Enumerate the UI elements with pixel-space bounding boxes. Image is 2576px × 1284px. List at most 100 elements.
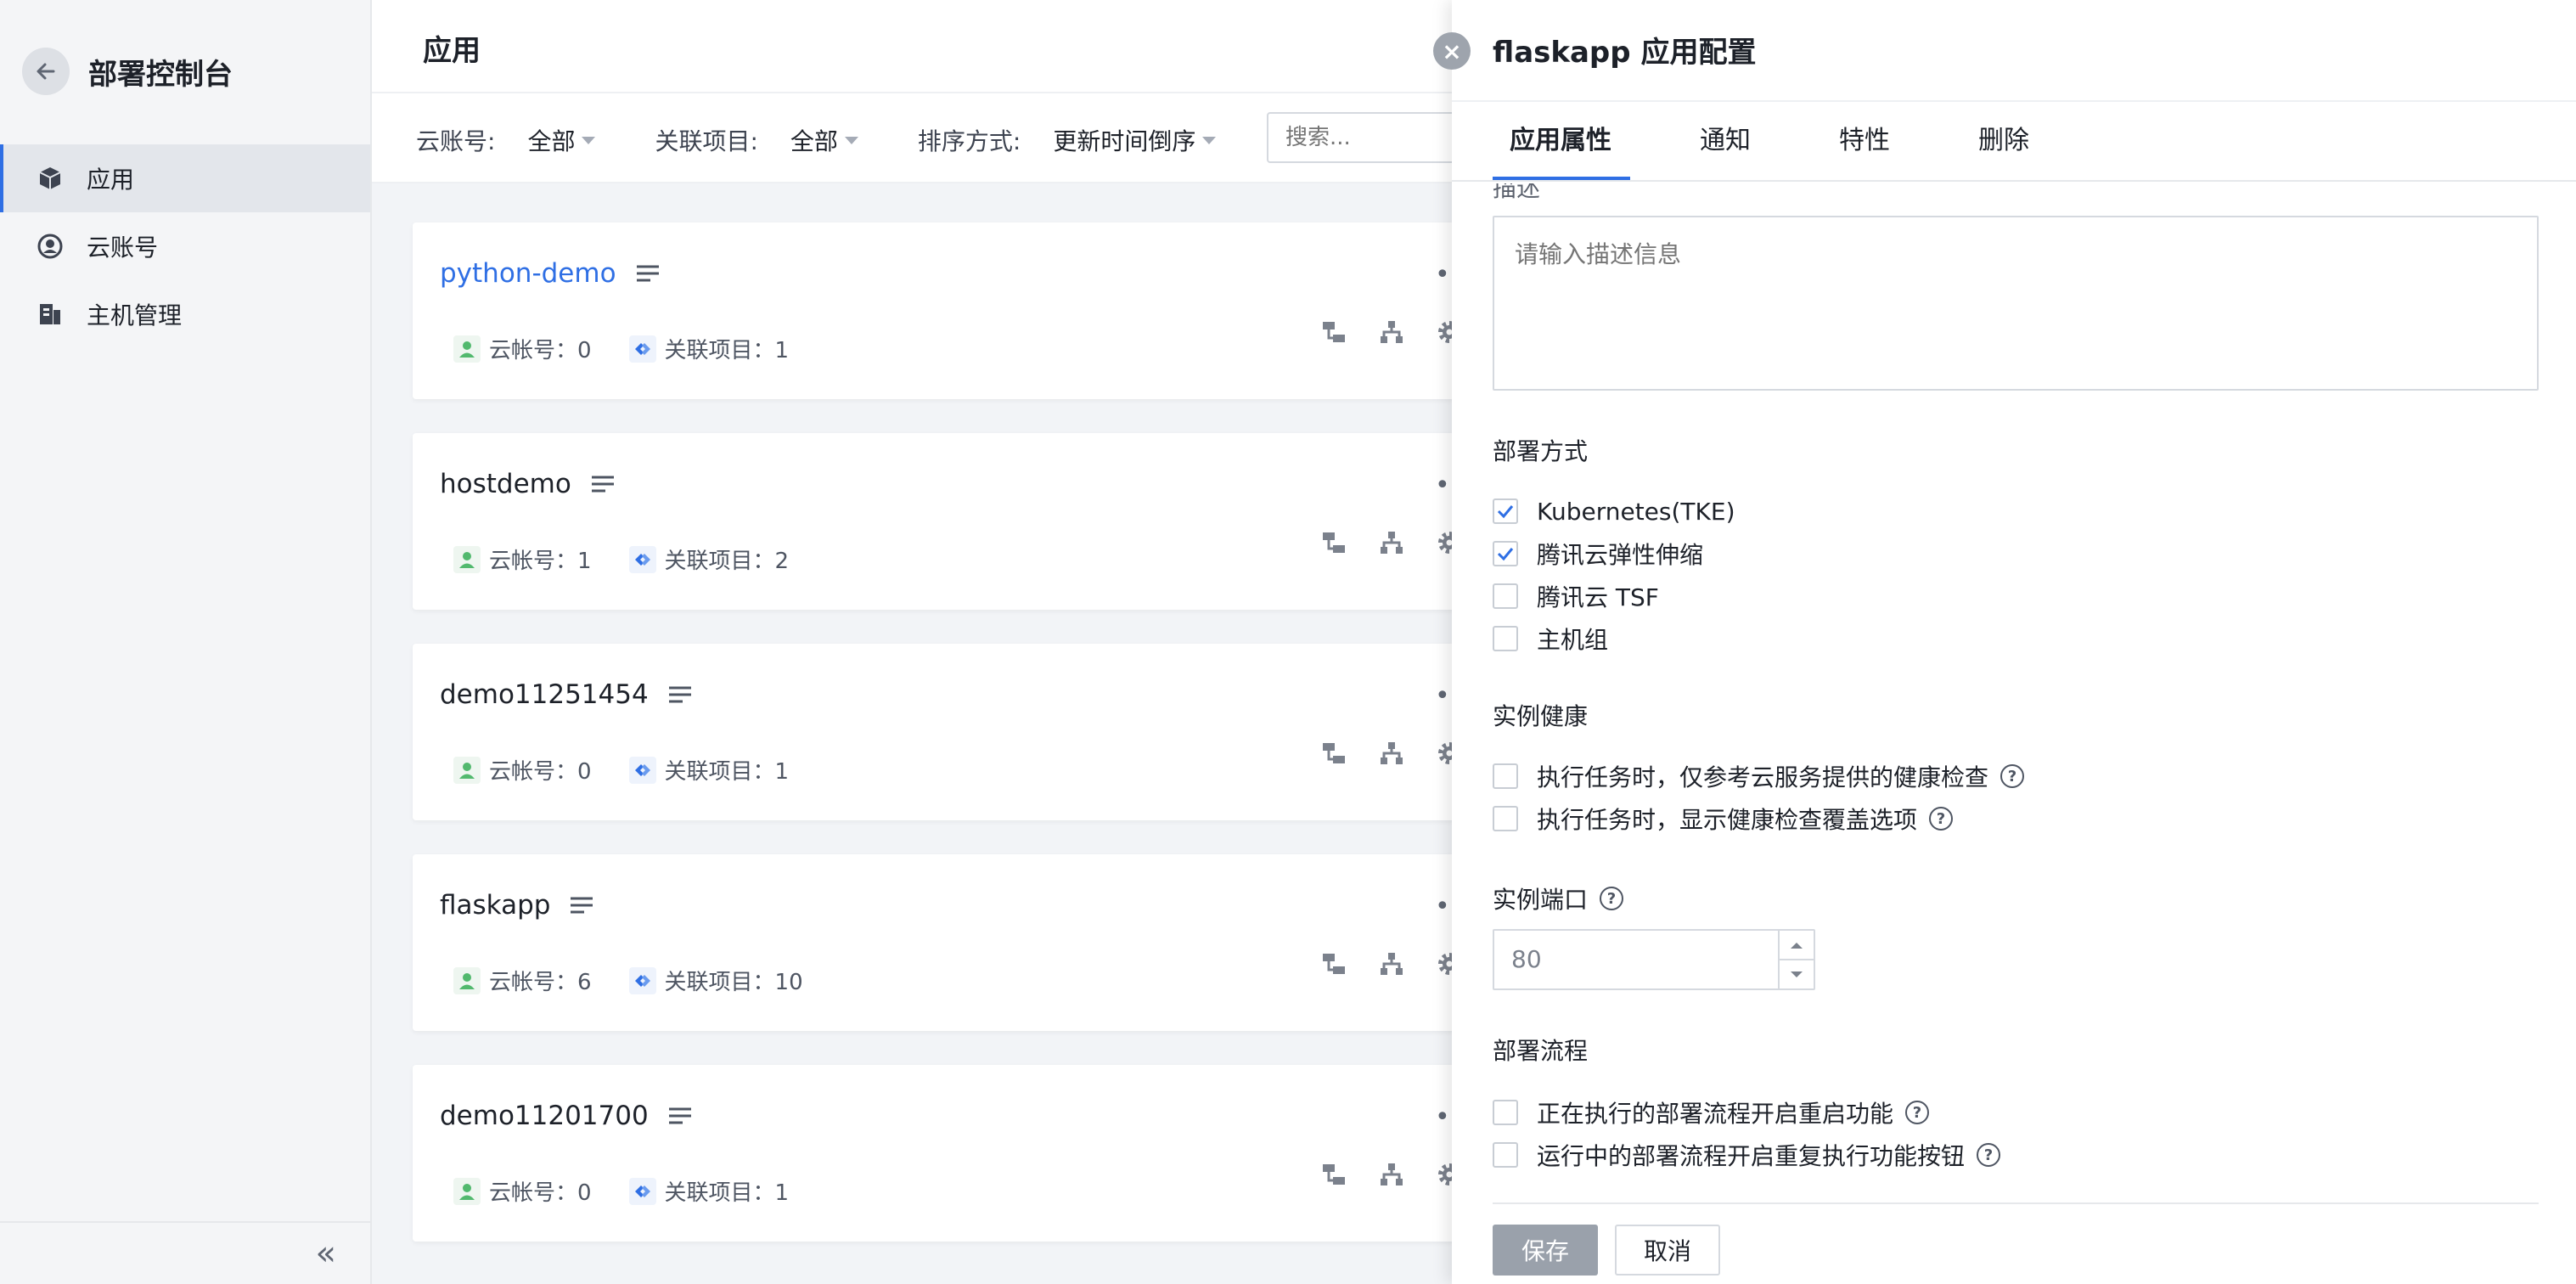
related-project-count: 关联项目：2 [664, 549, 790, 574]
sidebar-item-cloud-accounts[interactable]: 云账号 [0, 212, 370, 280]
app-meta: 云帐号：0 关联项目：1 [453, 754, 789, 786]
caret-down-icon [844, 136, 858, 144]
sidebar-item-label: 应用 [87, 166, 135, 194]
project-filter-dropdown[interactable]: 全部 [790, 123, 858, 157]
app-name-link[interactable]: demo11251454 [440, 679, 693, 710]
list-icon [591, 476, 614, 493]
tab-delete[interactable]: 删除 [1978, 119, 2029, 180]
page-title: 应用 [423, 34, 481, 68]
help-icon[interactable]: ? [1905, 1101, 1930, 1124]
app-config-drawer: flaskapp 应用配置 应用属性 通知 特性 删除 描述 部署方式 Kube… [1452, 0, 2576, 1284]
cube-icon [36, 164, 65, 193]
sidebar-item-label: 主机管理 [87, 301, 183, 329]
topology-icon[interactable] [1377, 318, 1406, 346]
cancel-button[interactable]: 取消 [1615, 1225, 1720, 1276]
description-textarea[interactable] [1493, 216, 2539, 391]
health-check-override-checkbox[interactable]: 执行任务时，显示健康检查覆盖选项 ? [1493, 802, 1954, 836]
app-name-link[interactable]: demo11201700 [440, 1101, 693, 1131]
app-name: demo11251454 [440, 679, 649, 710]
help-icon[interactable]: ? [2000, 764, 2025, 788]
pipeline-rerun-checkbox[interactable]: 运行中的部署流程开启重复执行功能按钮 ? [1493, 1138, 2001, 1172]
pipeline-restart-checkbox[interactable]: 正在执行的部署流程开启重启功能 ? [1493, 1095, 1930, 1129]
help-icon[interactable]: ? [1977, 1143, 2001, 1167]
caret-up-icon [1791, 942, 1803, 949]
main-content: 应用 云账号: 全部 关联项目: 全部 排序方式: 更新时间倒序 p [372, 0, 1488, 1284]
app-name: hostdemo [440, 469, 571, 499]
caret-down-icon [582, 136, 596, 144]
account-filter-dropdown[interactable]: 全部 [527, 123, 596, 157]
checkbox-unchecked[interactable] [1493, 583, 1518, 609]
tab-notifications[interactable]: 通知 [1700, 119, 1751, 180]
list-icon [668, 1107, 691, 1124]
check-icon [1497, 548, 1514, 561]
tab-features[interactable]: 特性 [1839, 119, 1890, 180]
sidebar-footer: « [0, 1221, 370, 1284]
sidebar-item-apps[interactable]: 应用 [0, 144, 370, 212]
app-name: python-demo [440, 258, 616, 289]
checkbox-unchecked[interactable] [1493, 806, 1518, 831]
cloud-account-count: 云帐号：1 [489, 549, 592, 574]
app-meta: 云帐号：0 关联项目：1 [453, 333, 789, 364]
save-button[interactable]: 保存 [1493, 1225, 1598, 1276]
topology-icon[interactable] [1377, 528, 1406, 557]
deploy-method-label: 部署方式 [1493, 437, 1589, 465]
help-icon[interactable]: ? [1929, 807, 1954, 831]
deploy-method-tsf-checkbox[interactable]: 腾讯云 TSF [1493, 579, 1659, 613]
collapse-sidebar-icon[interactable]: « [316, 1234, 336, 1273]
cloud-account-count: 云帐号：6 [489, 970, 592, 995]
stepper-buttons [1778, 931, 1814, 988]
pipeline-icon[interactable] [1319, 318, 1348, 346]
instance-port-stepper[interactable]: 80 [1493, 929, 1815, 990]
pipeline-icon[interactable] [1319, 739, 1348, 768]
decrement-button[interactable] [1780, 960, 1814, 988]
instance-port-value[interactable]: 80 [1494, 931, 1778, 988]
checkbox-label: 腾讯云 TSF [1537, 583, 1659, 611]
back-button[interactable] [22, 48, 70, 95]
tab-app-properties[interactable]: 应用属性 [1493, 119, 1630, 180]
pipeline-icon[interactable] [1319, 528, 1348, 557]
app-name-link[interactable]: python-demo [440, 258, 661, 289]
link-icon [628, 966, 656, 994]
drawer-divider [1452, 100, 2576, 102]
instance-health-label: 实例健康 [1493, 702, 1589, 730]
checkbox-checked[interactable] [1493, 498, 1518, 524]
link-icon [628, 545, 656, 573]
app-name-link[interactable]: hostdemo [440, 469, 616, 499]
close-drawer-button[interactable]: × [1433, 32, 1471, 70]
app-meta: 云帐号：6 关联项目：10 [453, 965, 803, 996]
checkbox-unchecked[interactable] [1493, 1142, 1518, 1168]
caret-down-icon [1791, 971, 1803, 977]
sort-dropdown[interactable]: 更新时间倒序 [1053, 123, 1217, 157]
app-card: flaskapp 云帐号：6 关联项目：10 ••• [413, 854, 1482, 1031]
increment-button[interactable] [1780, 931, 1814, 960]
drawer-tabs: 应用属性 通知 特性 删除 [1493, 119, 2118, 180]
cloud-account-count: 云帐号：0 [489, 1180, 592, 1206]
checkbox-unchecked[interactable] [1493, 1100, 1518, 1125]
checkbox-unchecked[interactable] [1493, 626, 1518, 651]
checkbox-checked[interactable] [1493, 541, 1518, 566]
related-project-count: 关联项目：10 [664, 970, 803, 995]
app-card: hostdemo 云帐号：1 关联项目：2 ••• [413, 433, 1482, 610]
checkbox-label: 执行任务时，显示健康检查覆盖选项 [1537, 806, 1918, 834]
app-name: demo11201700 [440, 1101, 649, 1131]
project-filter-value: 全部 [790, 127, 838, 155]
checkbox-unchecked[interactable] [1493, 763, 1518, 789]
checkbox-label: 执行任务时，仅参考云服务提供的健康检查 [1537, 763, 1989, 791]
pipeline-icon[interactable] [1319, 949, 1348, 978]
deploy-method-hostgroup-checkbox[interactable]: 主机组 [1493, 622, 1608, 656]
link-icon [628, 1177, 656, 1205]
pipeline-icon[interactable] [1319, 1160, 1348, 1189]
sidebar-item-host-management[interactable]: 主机管理 [0, 280, 370, 348]
topology-icon[interactable] [1377, 739, 1406, 768]
topology-icon[interactable] [1377, 1160, 1406, 1189]
sidebar-item-label: 云账号 [87, 234, 159, 262]
footer-divider [1493, 1202, 2539, 1204]
deploy-method-as-checkbox[interactable]: 腾讯云弹性伸缩 [1493, 537, 1703, 571]
app-name-link[interactable]: flaskapp [440, 890, 594, 921]
deploy-method-tke-checkbox[interactable]: Kubernetes(TKE) [1493, 494, 1735, 528]
help-icon[interactable]: ? [1600, 887, 1624, 910]
health-check-cloud-only-checkbox[interactable]: 执行任务时，仅参考云服务提供的健康检查 ? [1493, 759, 2025, 793]
account-filter-label: 云账号: [416, 127, 496, 155]
topology-icon[interactable] [1377, 949, 1406, 978]
tabs-divider [1452, 180, 2576, 182]
